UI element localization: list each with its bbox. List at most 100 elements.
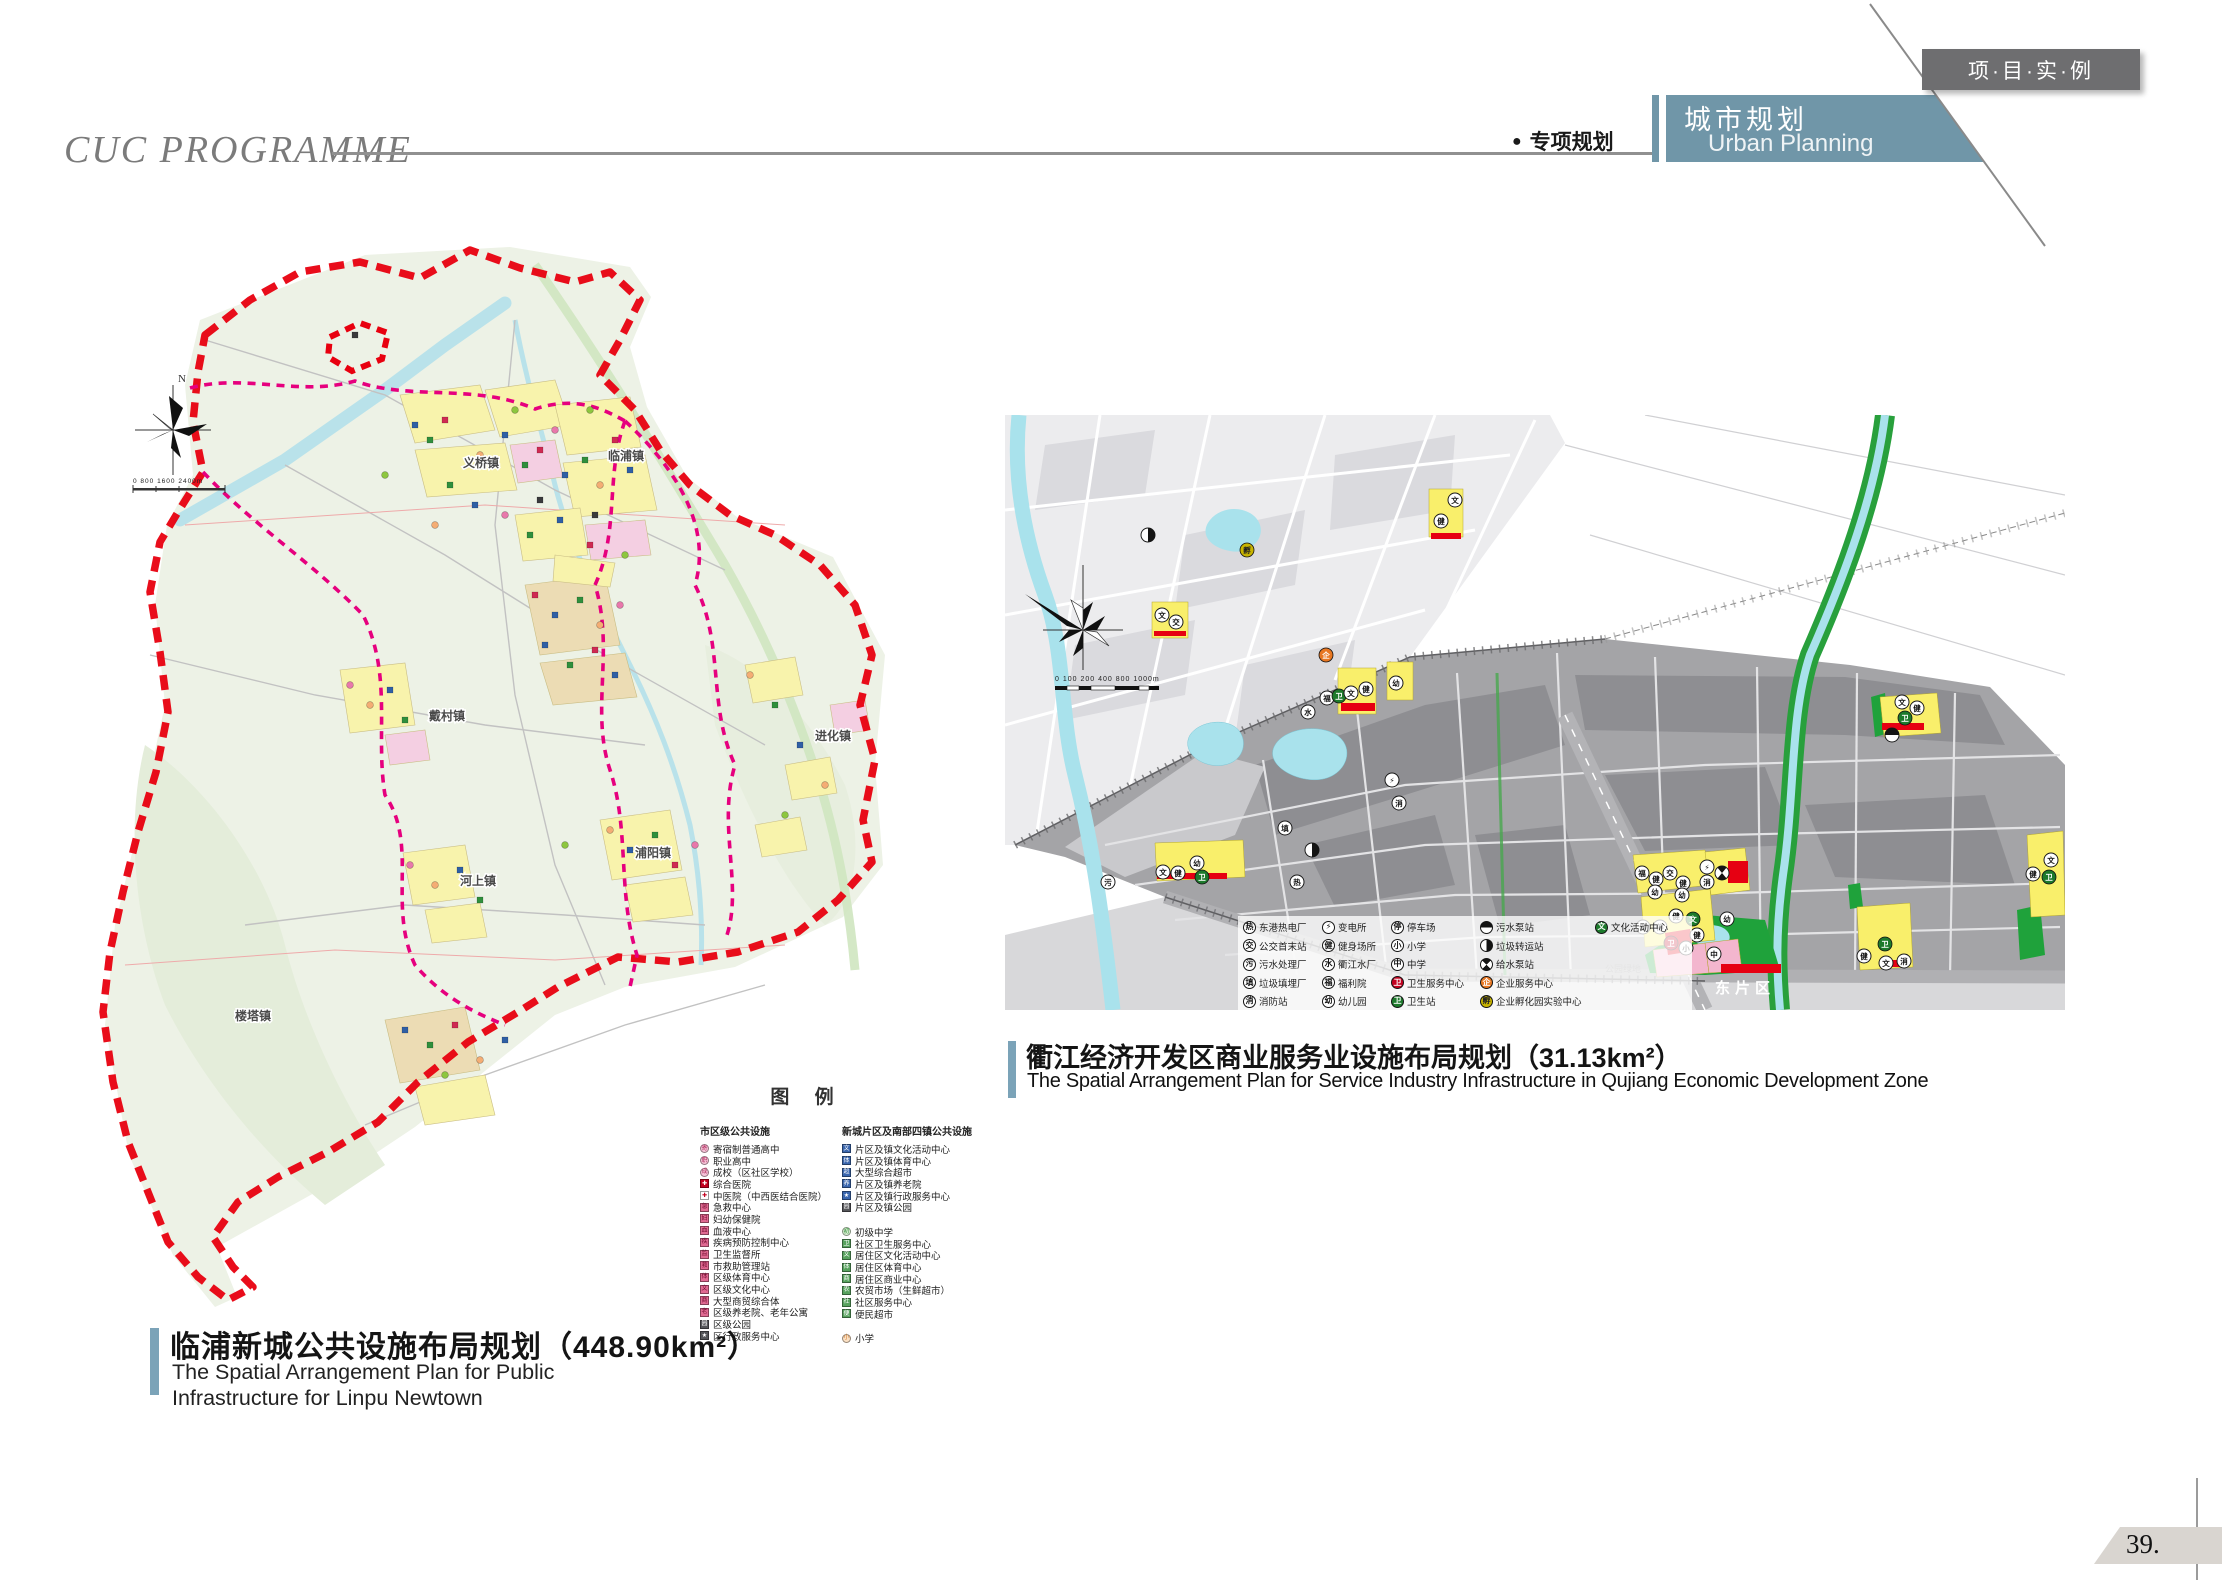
- legend-item: 幼 幼儿园: [1322, 994, 1384, 1008]
- svg-text:卫: 卫: [1881, 940, 1889, 949]
- legend-item-label: 卫生服务中心: [1407, 976, 1464, 990]
- category-title-en: Urban Planning: [1708, 130, 1873, 158]
- svg-text:污: 污: [1104, 877, 1112, 887]
- legend-item: 小 小学: [1391, 939, 1473, 953]
- legend-symbol-icon: [1480, 921, 1493, 934]
- svg-text:健: 健: [1913, 703, 1921, 713]
- legend-item: 热 东港热电厂: [1243, 920, 1315, 934]
- qujiang-legend: 热 东港热电厂 交 公交首末站 污 污水处理厂 填 垃圾填埋厂: [1238, 916, 1692, 1012]
- legend-item-label: 公交首末站: [1259, 939, 1307, 953]
- legend-column: 文 文化活动中心: [1595, 920, 1687, 1008]
- legend-item-list: 文 片区及镇文化活动中心 体 片区及镇体育中心 超 大型综合超市: [842, 1143, 976, 1213]
- svg-text:进化镇: 进化镇: [815, 728, 851, 743]
- legend-item: 污 污水处理厂: [1243, 957, 1315, 971]
- svg-text:文: 文: [1347, 688, 1355, 698]
- legend-symbol-icon: 文: [842, 1144, 851, 1153]
- legend-item: 垃圾转运站: [1480, 939, 1588, 953]
- svg-text:⚡: ⚡: [1704, 863, 1709, 872]
- legend-item-label: 衢江水厂: [1338, 957, 1376, 971]
- svg-text:卫: 卫: [1198, 873, 1206, 882]
- section-label-text: 专项规划: [1530, 131, 1614, 154]
- legend-symbol-icon: [1480, 939, 1493, 952]
- programme-title: CUC PROGRAMME: [64, 128, 412, 172]
- legend-column-city-level: 市区级公共设施 寄 寄宿制普通高中 职 职业高中: [700, 1123, 834, 1344]
- legend-symbol-icon: 养: [842, 1179, 851, 1188]
- legend-symbol-icon: 企: [1480, 976, 1493, 989]
- legend-item: 企 企业服务中心: [1480, 976, 1588, 990]
- svg-text:⚡: ⚡: [1389, 776, 1394, 785]
- svg-text:健: 健: [2029, 869, 2037, 879]
- svg-text:幼: 幼: [1651, 887, 1659, 897]
- legend-item: 文 文化活动中心: [1595, 920, 1687, 934]
- legend-symbol-icon: 小: [1391, 939, 1404, 952]
- svg-text:文: 文: [1159, 867, 1167, 877]
- svg-text:健: 健: [1652, 874, 1660, 884]
- legend-symbol-icon: 便: [842, 1309, 851, 1318]
- legend-symbol-icon: 救: [700, 1261, 709, 1270]
- header-rule: [332, 152, 1652, 155]
- legend-item: 交 公交首末站: [1243, 939, 1315, 953]
- legend-item: 给水泵站: [1480, 957, 1588, 971]
- legend-symbol-icon: 社: [842, 1298, 851, 1307]
- legend-item: 污水泵站: [1480, 920, 1588, 934]
- svg-text:填: 填: [1281, 823, 1289, 833]
- legend-item: 便 便民超市: [842, 1308, 976, 1320]
- district-label: 东片区: [1715, 979, 1775, 997]
- legend-item-label: 小学: [855, 1331, 874, 1345]
- legend-symbol-icon: 寄: [700, 1144, 709, 1153]
- legend-symbol-icon: ✚: [700, 1191, 709, 1200]
- legend-symbol-icon: 文: [1595, 921, 1608, 934]
- legend-item-list: 寄 寄宿制普通高中 职 职业高中 成 成校（区社区学校）: [700, 1143, 834, 1342]
- legend-item-label: 健身场所: [1338, 939, 1376, 953]
- svg-text:文: 文: [1882, 958, 1890, 968]
- legend-item: 水 衢江水厂: [1322, 957, 1384, 971]
- legend-symbol-icon: ✚: [700, 1179, 709, 1188]
- svg-text:文: 文: [1898, 697, 1906, 707]
- svg-text:幼: 幼: [1678, 890, 1686, 900]
- svg-text:热: 热: [1293, 877, 1301, 887]
- legend-symbol-icon: 卫: [1391, 976, 1404, 989]
- legend-symbol-icon: 卫: [842, 1239, 851, 1248]
- legend-column: 停 停车场 小 小学 中 中学 卫 卫生服务中心: [1391, 920, 1473, 1008]
- legend-item: 卫 卫生服务中心: [1391, 976, 1473, 990]
- legend-item-label: 小学: [1407, 939, 1426, 953]
- caption-accent-bar: [150, 1328, 159, 1395]
- section-bullet-icon: ●: [1512, 133, 1522, 150]
- legend-symbol-icon: 血: [700, 1226, 709, 1235]
- caption-accent-bar: [1008, 1041, 1016, 1098]
- svg-text:消: 消: [1703, 877, 1711, 887]
- legend-symbol-icon: 商: [842, 1274, 851, 1283]
- linpu-caption-en-line2: Infrastructure for Linpu Newtown: [172, 1386, 554, 1412]
- svg-text:临浦镇: 临浦镇: [608, 448, 644, 463]
- legend-item: 中 中学: [1391, 957, 1473, 971]
- legend-symbol-icon: 中: [1391, 958, 1404, 971]
- legend-symbol-icon: 幼: [1322, 995, 1335, 1008]
- legend-item-label: 垃圾转运站: [1496, 939, 1544, 953]
- legend-item-label: 便民超市: [855, 1307, 893, 1321]
- scale-labels: 0 100 200 400 800 1000m: [1055, 676, 1160, 683]
- corner-tag: 项·目·实·例: [1922, 49, 2140, 90]
- legend-item-label: 停车场: [1407, 920, 1436, 934]
- legend-item-label: 幼儿园: [1338, 994, 1367, 1008]
- svg-text:河上镇: 河上镇: [459, 873, 496, 888]
- legend-symbol-icon: 热: [1243, 921, 1256, 934]
- legend-item-label: 污水泵站: [1496, 920, 1534, 934]
- svg-text:消: 消: [1395, 798, 1403, 808]
- svg-text:文: 文: [1451, 495, 1459, 505]
- page-number-tab: 39.: [2094, 1527, 2222, 1564]
- svg-text:卫: 卫: [1901, 714, 1909, 723]
- legend-column-header: 新城片区及南部四镇公共设施: [842, 1123, 976, 1138]
- svg-text:义桥镇: 义桥镇: [462, 455, 499, 470]
- legend-title: 图 例: [722, 1082, 892, 1109]
- svg-text:孵: 孵: [1242, 545, 1251, 555]
- legend-symbol-icon: 职: [700, 1156, 709, 1165]
- svg-text:福: 福: [1322, 693, 1331, 703]
- legend-item: 消 消防站: [1243, 994, 1315, 1008]
- legend-item: 卫 卫生站: [1391, 994, 1473, 1008]
- legend-column: ⚡ 变电所 健 健身场所 水 衢江水厂 福 福利院: [1322, 920, 1384, 1008]
- legend-item-label: 消防站: [1259, 994, 1288, 1008]
- svg-text:浦阳镇: 浦阳镇: [635, 845, 671, 860]
- legend-symbol-icon: 初: [842, 1227, 851, 1236]
- legend-symbol-icon: 老: [700, 1308, 709, 1317]
- page-number: 39.: [2126, 1529, 2160, 1560]
